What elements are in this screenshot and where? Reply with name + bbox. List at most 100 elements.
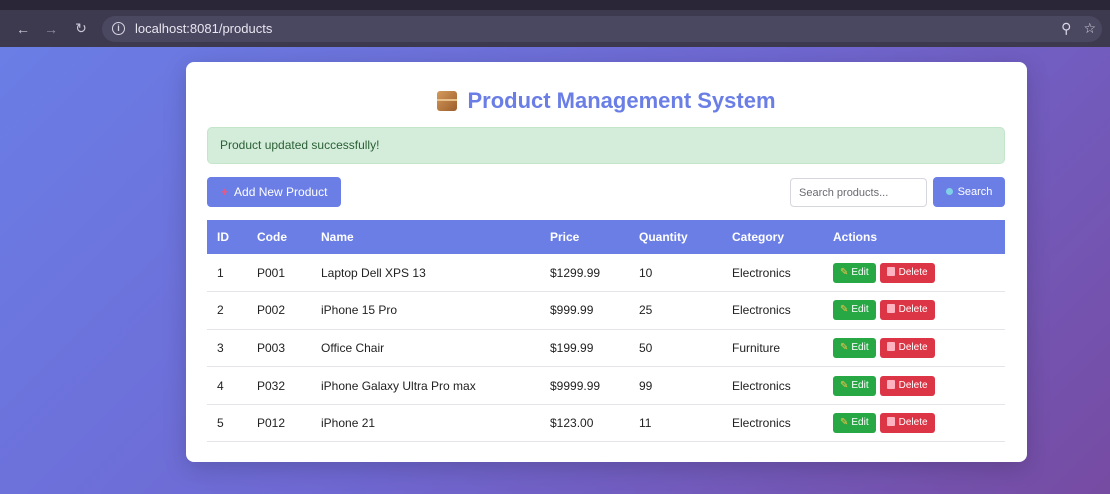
page-title: Product Management System bbox=[186, 88, 1027, 114]
search-button-label: Search bbox=[957, 186, 993, 198]
cell-actions: ✎ Edit Delete bbox=[823, 367, 1005, 405]
cell-name: iPhone 21 bbox=[321, 416, 376, 431]
trash-icon bbox=[886, 304, 895, 314]
delete-button[interactable]: Delete bbox=[879, 337, 935, 358]
edit-button[interactable]: ✎ Edit bbox=[833, 300, 876, 321]
cell-quantity: 10 bbox=[639, 265, 653, 280]
cell-category: Furniture bbox=[732, 340, 781, 355]
page-title-text: Product Management System bbox=[467, 88, 776, 113]
cell-price: $9999.99 bbox=[550, 378, 601, 393]
delete-label: Delete bbox=[898, 417, 928, 429]
cell-id: 4 bbox=[217, 378, 224, 393]
address-bar[interactable]: i localhost:8081/products bbox=[102, 15, 1102, 42]
table-row: 4 P032 iPhone Galaxy Ultra Pro max $9999… bbox=[207, 367, 1005, 405]
delete-button[interactable]: Delete bbox=[879, 375, 935, 396]
table-row: 2 P002 iPhone 15 Pro $999.99 25 Electron… bbox=[207, 292, 1005, 330]
url-text: localhost:8081/products bbox=[135, 21, 273, 36]
delete-label: Delete bbox=[898, 304, 928, 316]
trash-icon bbox=[886, 341, 895, 351]
delete-label: Delete bbox=[898, 266, 928, 278]
cell-quantity: 50 bbox=[639, 340, 653, 355]
package-icon bbox=[437, 91, 458, 111]
table-row: 1 P001 Laptop Dell XPS 13 $1299.99 10 El… bbox=[207, 254, 1005, 292]
edit-label: Edit bbox=[851, 341, 869, 353]
trash-icon bbox=[886, 417, 895, 427]
edit-button[interactable]: ✎ Edit bbox=[833, 337, 876, 358]
add-product-label: Add New Product bbox=[234, 185, 328, 199]
cell-id: 3 bbox=[217, 340, 224, 355]
cell-id: 1 bbox=[217, 265, 224, 280]
delete-button[interactable]: Delete bbox=[879, 413, 935, 434]
cell-quantity: 99 bbox=[639, 378, 653, 393]
cell-category: Electronics bbox=[732, 303, 791, 318]
cell-code: P032 bbox=[257, 378, 286, 393]
cell-code: P012 bbox=[257, 416, 286, 431]
col-header-actions: Actions bbox=[833, 230, 878, 244]
trash-icon bbox=[886, 379, 895, 389]
star-icon[interactable]: ☆ bbox=[1083, 20, 1096, 37]
cell-code: P002 bbox=[257, 303, 286, 318]
cell-price: $123.00 bbox=[550, 416, 594, 431]
search-button[interactable]: Search bbox=[933, 177, 1005, 207]
table-row: 3 P003 Office Chair $199.99 50 Furniture… bbox=[207, 329, 1005, 367]
products-table: ID Code Name Price Quantity Category Act… bbox=[207, 220, 1005, 442]
browser-actions: ⚲ ☆ bbox=[1061, 10, 1096, 47]
cell-actions: ✎ Edit Delete bbox=[823, 292, 1005, 330]
delete-label: Delete bbox=[898, 379, 928, 391]
cell-quantity: 25 bbox=[639, 303, 653, 318]
delete-button[interactable]: Delete bbox=[879, 262, 935, 283]
delete-label: Delete bbox=[898, 341, 928, 353]
cell-category: Electronics bbox=[732, 416, 791, 431]
edit-button[interactable]: ✎ Edit bbox=[833, 375, 876, 396]
delete-button[interactable]: Delete bbox=[879, 300, 935, 321]
info-icon[interactable]: i bbox=[112, 22, 125, 35]
cell-name: Laptop Dell XPS 13 bbox=[321, 265, 426, 280]
cell-price: $199.99 bbox=[550, 340, 594, 355]
cell-code: P003 bbox=[257, 340, 286, 355]
col-header-price: Price bbox=[550, 230, 580, 244]
cell-id: 5 bbox=[217, 416, 224, 431]
cell-quantity: 11 bbox=[639, 416, 652, 431]
col-header-category: Category bbox=[732, 230, 785, 244]
edit-label: Edit bbox=[851, 304, 869, 316]
main-card: Product Management System Product update… bbox=[186, 62, 1027, 462]
col-header-quantity: Quantity bbox=[639, 230, 688, 244]
browser-toolbar: ← → ↻ i localhost:8081/products ⚲ ☆ bbox=[0, 10, 1110, 47]
cell-name: Office Chair bbox=[321, 340, 385, 355]
col-header-name: Name bbox=[321, 230, 354, 244]
search-input[interactable] bbox=[790, 178, 927, 207]
cell-actions: ✎ Edit Delete bbox=[823, 254, 1005, 292]
table-header-row: ID Code Name Price Quantity Category Act… bbox=[207, 220, 1005, 254]
cell-actions: ✎ Edit Delete bbox=[823, 329, 1005, 367]
arrow-right-icon[interactable]: → bbox=[40, 21, 62, 37]
edit-button[interactable]: ✎ Edit bbox=[833, 413, 876, 434]
pencil-icon: ✎ bbox=[840, 304, 849, 316]
trash-icon bbox=[886, 266, 895, 276]
zoom-icon[interactable]: ⚲ bbox=[1061, 20, 1071, 37]
cell-category: Electronics bbox=[732, 378, 791, 393]
pencil-icon: ✎ bbox=[840, 417, 849, 429]
cell-name: iPhone 15 Pro bbox=[321, 303, 398, 318]
col-header-code: Code bbox=[257, 230, 287, 244]
table-row: 5 P012 iPhone 21 $123.00 11 Electronics … bbox=[207, 404, 1005, 442]
edit-button[interactable]: ✎ Edit bbox=[833, 262, 876, 283]
reload-icon[interactable]: ↻ bbox=[70, 20, 92, 37]
col-header-id: ID bbox=[217, 230, 229, 244]
cell-id: 2 bbox=[217, 303, 224, 318]
pencil-icon: ✎ bbox=[840, 379, 849, 391]
plus-icon: + bbox=[221, 185, 229, 199]
pencil-icon: ✎ bbox=[840, 266, 849, 278]
success-alert: Product updated successfully! bbox=[207, 127, 1005, 164]
cell-name: iPhone Galaxy Ultra Pro max bbox=[321, 378, 476, 393]
edit-label: Edit bbox=[851, 266, 869, 278]
search-icon bbox=[945, 188, 953, 195]
add-product-button[interactable]: + Add New Product bbox=[207, 177, 341, 207]
cell-code: P001 bbox=[257, 265, 286, 280]
edit-label: Edit bbox=[851, 417, 869, 429]
cell-category: Electronics bbox=[732, 265, 791, 280]
window-top-strip bbox=[0, 0, 1110, 10]
pencil-icon: ✎ bbox=[840, 341, 849, 353]
cell-actions: ✎ Edit Delete bbox=[823, 404, 1005, 442]
arrow-left-icon[interactable]: ← bbox=[12, 21, 34, 37]
cell-price: $1299.99 bbox=[550, 265, 601, 280]
